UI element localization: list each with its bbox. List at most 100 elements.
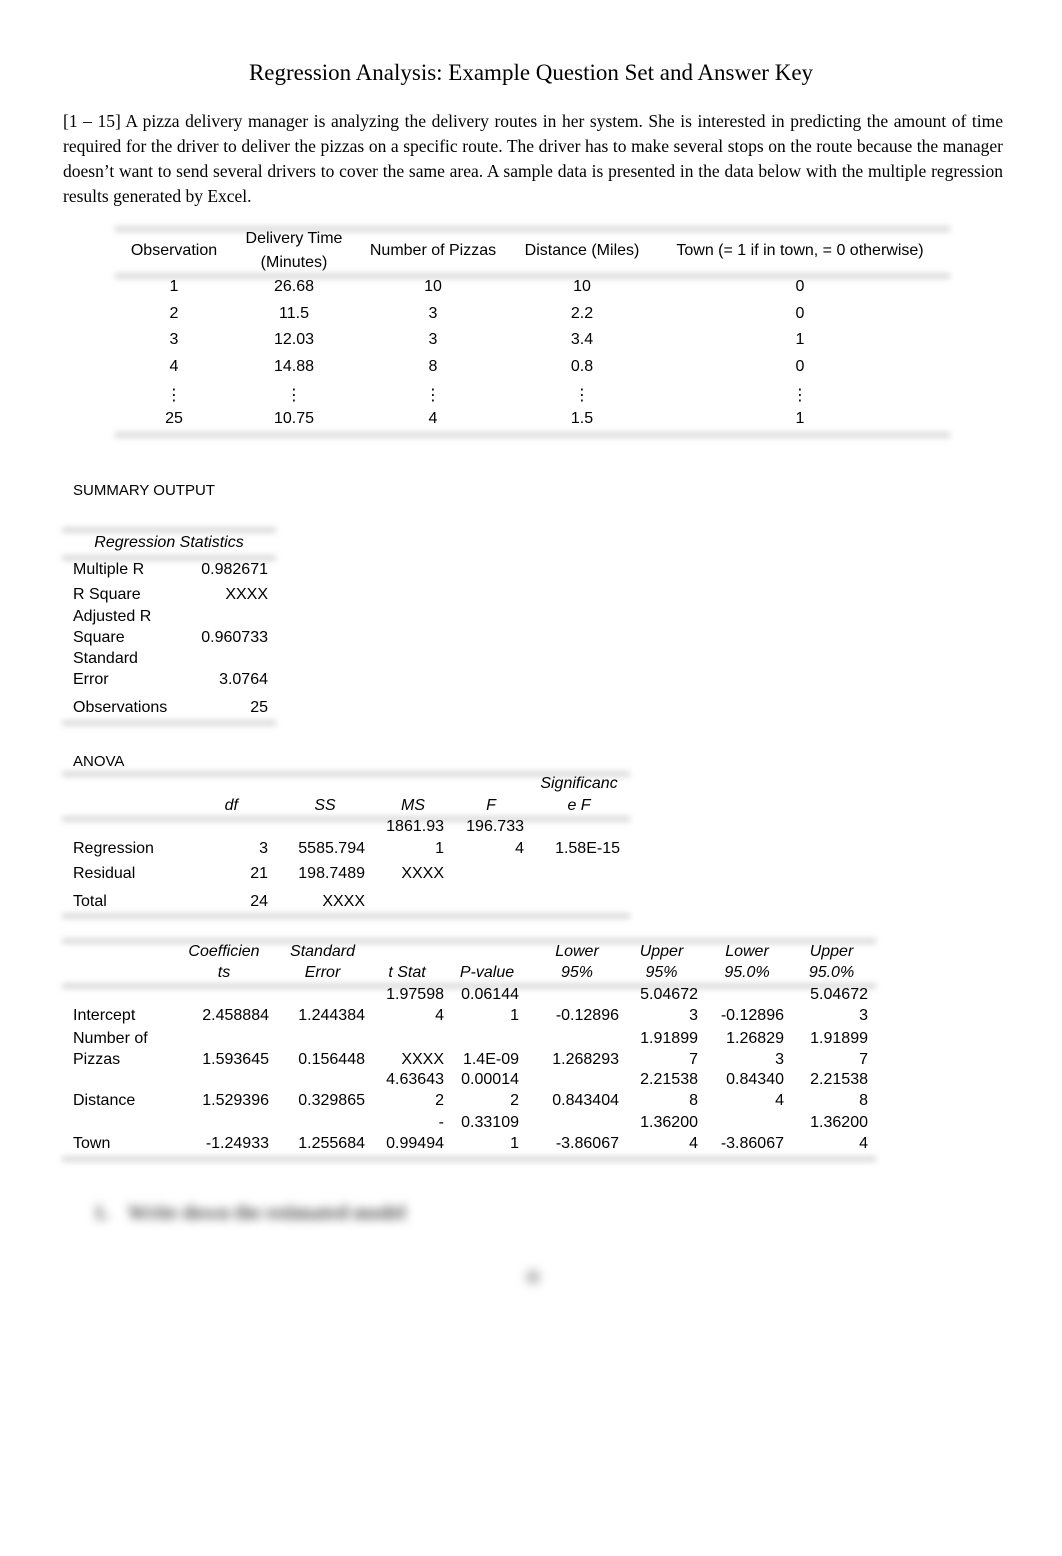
coef-header-se: Standard [290,943,355,960]
coef-u950: 2.21538 [810,1071,868,1088]
coef-u950: 3 [859,1007,868,1024]
coef-se: 0.156448 [298,1051,365,1068]
cell-town: ⋮ [792,387,808,404]
intro-paragraph: [1 – 15] A pizza delivery manager is ana… [63,111,1003,206]
coef-u95: 4 [689,1135,698,1152]
anova-row-label: Total [73,893,107,910]
anova-ss: XXXX [322,893,365,910]
col-header-delivery-time-unit: (Minutes) [260,254,328,271]
coef-u950: 7 [859,1051,868,1068]
stat-label: Error [73,671,109,688]
coef-coef: 1.593645 [202,1051,269,1068]
stat-value: 0.982671 [201,561,268,578]
coef-p: 1 [510,1007,519,1024]
anova-header-ms: MS [401,797,425,814]
coef-l95: -3.86067 [555,1135,619,1152]
reg-stats-title: Regression Statistics [94,534,244,551]
coef-u95: 7 [689,1051,698,1068]
anova-df: 21 [250,865,268,882]
anova-header-df: df [224,797,238,814]
coef-t: 2 [435,1092,444,1109]
coef-u95: 5.04672 [640,986,698,1003]
cell-town: 0 [795,358,805,375]
anova-f: 4 [515,840,524,857]
cell-pizzas: 3 [428,331,438,348]
coef-row-label: Town [73,1135,111,1152]
coef-header-coef: Coefficien [188,943,260,960]
anova-row-label: Regression [73,840,154,857]
cell-observation: 4 [169,358,179,375]
coef-header-t: t Stat [388,964,426,981]
col-header-delivery-time: Delivery Time [245,230,343,247]
coef-u95: 1.91899 [640,1030,698,1047]
col-header-town: Town (= 1 if in town, = 0 otherwise) [676,242,924,259]
anova-header-sig-line1: Significanc [540,775,618,792]
coef-header-l95: 95% [560,964,594,981]
coef-header-u950: 95.0% [808,964,855,981]
coef-t: XXXX [401,1051,444,1068]
stat-label: Observations [73,699,168,716]
anova-f: 196.733 [466,818,524,835]
cell-distance: 1.5 [570,410,594,427]
stat-value: 3.0764 [219,671,268,688]
coef-header-l95: Lower [555,943,599,960]
cell-town: 1 [795,331,805,348]
coef-header-se: Error [304,964,341,981]
coef-t: 1.97598 [386,986,444,1003]
stat-value: 0.960733 [201,629,268,646]
cell-observation: 1 [169,278,179,295]
coef-header-p: P-value [459,964,515,981]
coef-header-l950: 95.0% [724,964,770,981]
coef-t: 4 [435,1007,444,1024]
coef-l950: 3 [775,1051,784,1068]
coef-u95: 3 [689,1007,698,1024]
cell-town: 0 [795,278,805,295]
anova-bottom-rule [62,913,630,919]
anova-header-sig-line2: e F [567,797,591,814]
stat-value: 25 [250,699,268,716]
cell-delivery-time: 10.75 [273,410,315,427]
stat-label: Square [73,629,125,646]
anova-header-rule [62,816,630,822]
anova-ms: 1 [435,840,444,857]
table-bottom-rule [115,432,950,438]
cell-pizzas: ⋮ [425,387,441,404]
coef-l950: -3.86067 [720,1135,784,1152]
coef-header-u95: 95% [645,964,678,981]
coef-p: 2 [510,1092,519,1109]
coef-bottom-rule [62,1156,876,1162]
cell-delivery-time: 14.88 [273,358,315,375]
coef-l950: 4 [775,1092,784,1109]
cell-delivery-time: 26.68 [273,278,315,295]
coef-u95: 2.21538 [640,1071,698,1088]
question-text: Write down the estimated model [128,1202,406,1224]
summary-output-heading: SUMMARY OUTPUT [73,482,215,499]
coef-t: 0.99494 [386,1135,444,1152]
page-marker [526,1270,540,1284]
cell-observation: 25 [165,410,183,427]
coef-u950: 5.04672 [810,986,868,1003]
col-header-pizzas: Number of Pizzas [369,242,497,259]
anova-header-f: F [486,797,496,814]
coef-coef: -1.24933 [205,1135,269,1152]
anova-sig: 1.58E-15 [555,840,620,857]
question-number: 1. [94,1202,109,1224]
anova-df: 3 [259,840,268,857]
coef-coef: 2.458884 [202,1007,269,1024]
coef-u95: 1.36200 [640,1114,698,1131]
coef-t: 4.63643 [386,1071,444,1088]
cell-town: 0 [795,305,805,322]
coef-l950: 0.84340 [726,1071,784,1088]
cell-delivery-time: 11.5 [279,305,309,322]
coef-p: 1 [510,1135,519,1152]
coef-row-label: Intercept [73,1007,136,1024]
coef-header-coef: ts [217,964,231,981]
anova-header-ss: SS [314,797,336,814]
anova-ms: XXXX [401,865,444,882]
cell-pizzas: 4 [428,410,438,427]
anova-ms: 1861.93 [386,818,444,835]
coef-header-u950: Upper [809,943,854,960]
col-header-distance: Distance (Miles) [524,242,640,259]
anova-df: 24 [250,893,268,910]
coef-u950: 4 [859,1135,868,1152]
